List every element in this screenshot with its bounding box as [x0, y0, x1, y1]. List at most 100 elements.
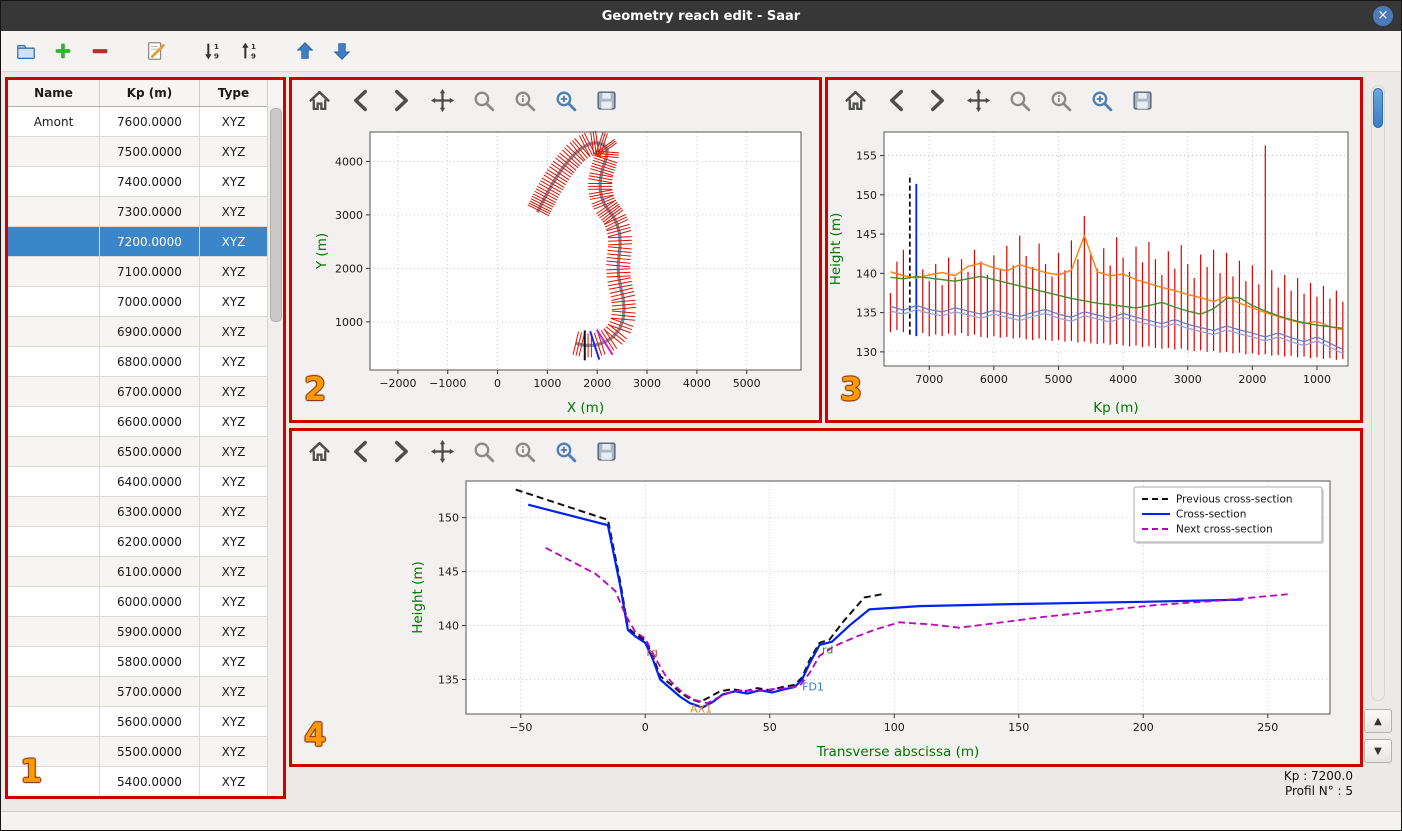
- long-profile-plot[interactable]: 7000 6000 5000 4000 3000 2000 1000 130 135 140 145…: [828, 120, 1360, 420]
- table-cell: 7400.0000: [100, 167, 200, 197]
- svg-text:rg: rg: [647, 646, 658, 659]
- table-row[interactable]: 6500.0000 XYZ: [8, 437, 283, 467]
- svg-text:9: 9: [214, 51, 219, 60]
- pan-icon[interactable]: [429, 87, 455, 113]
- window-title: Geometry reach edit - Saar: [601, 8, 801, 24]
- zoom-icon[interactable]: [470, 87, 496, 113]
- table-row[interactable]: 6800.0000 XYZ: [8, 347, 283, 377]
- figure-options-icon[interactable]: [511, 87, 537, 113]
- profile-up-button[interactable]: ▲: [1364, 709, 1392, 733]
- table-row[interactable]: 6400.0000 XYZ: [8, 467, 283, 497]
- table-row[interactable]: 5500.0000 XYZ: [8, 737, 283, 767]
- table-row[interactable]: 7200.0000 XYZ: [8, 227, 283, 257]
- remove-section-icon[interactable]: [87, 38, 113, 64]
- table-row[interactable]: 7300.0000 XYZ: [8, 197, 283, 227]
- column-header-kp[interactable]: Kp (m): [100, 80, 200, 106]
- profile-scrollbar-thumb[interactable]: [1373, 88, 1383, 128]
- table-row[interactable]: 7500.0000 XYZ: [8, 137, 283, 167]
- back-icon[interactable]: [347, 438, 373, 464]
- table-scrollbar-thumb[interactable]: [270, 108, 282, 322]
- table-row[interactable]: 5400.0000 XYZ: [8, 767, 283, 796]
- table-cell: 6500.0000: [100, 437, 200, 467]
- zoom-region-icon[interactable]: [1088, 87, 1114, 113]
- table-row[interactable]: Amont 7600.0000 XYZ: [8, 107, 283, 137]
- forward-icon[interactable]: [924, 87, 950, 113]
- figure-options-icon[interactable]: [1047, 87, 1073, 113]
- table-row[interactable]: 6100.0000 XYZ: [8, 557, 283, 587]
- table-cell: XYZ: [200, 467, 268, 497]
- table-cell: XYZ: [200, 587, 268, 617]
- column-header-name[interactable]: Name: [8, 80, 100, 106]
- plan-view-plot[interactable]: −2000 −1000 0 1000 2000 3000 4000 5000 1000 2000 3…: [292, 120, 819, 420]
- home-icon[interactable]: [306, 87, 332, 113]
- move-up-icon[interactable]: [292, 38, 318, 64]
- save-icon[interactable]: [1129, 87, 1155, 113]
- sort-ascending-icon[interactable]: 19: [236, 38, 262, 64]
- long-profile-panel: 7000 6000 5000 4000 3000 2000 1000 130 135 140 145…: [825, 77, 1363, 423]
- sort-descending-icon[interactable]: 19: [199, 38, 225, 64]
- table-header: Name Kp (m) Type: [8, 80, 283, 107]
- add-section-icon[interactable]: [50, 38, 76, 64]
- profile-down-button[interactable]: ▼: [1364, 739, 1392, 763]
- cross-section-toolbar: [292, 431, 1360, 471]
- table-cell: 6600.0000: [100, 407, 200, 437]
- table-row[interactable]: 6200.0000 XYZ: [8, 527, 283, 557]
- table-cell: XYZ: [200, 677, 268, 707]
- close-button[interactable]: ×: [1373, 6, 1393, 26]
- svg-text:155: 155: [856, 150, 877, 163]
- table-cell: XYZ: [200, 287, 268, 317]
- svg-text:140: 140: [438, 620, 459, 633]
- svg-text:4000: 4000: [1109, 373, 1137, 386]
- table-cell: [8, 317, 100, 347]
- table-cell: 7500.0000: [100, 137, 200, 167]
- table-cell: 5500.0000: [100, 737, 200, 767]
- table-cell: [8, 617, 100, 647]
- table-row[interactable]: 7100.0000 XYZ: [8, 257, 283, 287]
- home-icon[interactable]: [842, 87, 868, 113]
- profile-scrollbar[interactable]: [1371, 85, 1385, 701]
- back-icon[interactable]: [883, 87, 909, 113]
- table-row[interactable]: 7000.0000 XYZ: [8, 287, 283, 317]
- forward-icon[interactable]: [388, 438, 414, 464]
- table-row[interactable]: 6700.0000 XYZ: [8, 377, 283, 407]
- table-row[interactable]: 6300.0000 XYZ: [8, 497, 283, 527]
- figure-options-icon[interactable]: [511, 438, 537, 464]
- column-header-type[interactable]: Type: [200, 80, 268, 106]
- table-scrollbar[interactable]: [267, 106, 283, 796]
- zoom-icon[interactable]: [470, 438, 496, 464]
- table-cell: XYZ: [200, 437, 268, 467]
- pan-icon[interactable]: [429, 438, 455, 464]
- svg-text:Height (m): Height (m): [828, 213, 844, 286]
- table-cell: 6200.0000: [100, 527, 200, 557]
- forward-icon[interactable]: [388, 87, 414, 113]
- pan-icon[interactable]: [965, 87, 991, 113]
- table-row[interactable]: 5600.0000 XYZ: [8, 707, 283, 737]
- svg-text:5000: 5000: [1044, 373, 1072, 386]
- kp-table: Name Kp (m) Type Amont 7600.0000 XYZ 7500.0…: [8, 80, 283, 796]
- panel-annotation-1: 1: [20, 752, 43, 790]
- table-row[interactable]: 5900.0000 XYZ: [8, 617, 283, 647]
- table-cell: [8, 257, 100, 287]
- save-icon[interactable]: [593, 438, 619, 464]
- svg-text:Cross-section: Cross-section: [1176, 509, 1246, 521]
- table-row[interactable]: 6900.0000 XYZ: [8, 317, 283, 347]
- back-icon[interactable]: [347, 87, 373, 113]
- table-row[interactable]: 5800.0000 XYZ: [8, 647, 283, 677]
- zoom-region-icon[interactable]: [552, 87, 578, 113]
- table-row[interactable]: 6600.0000 XYZ: [8, 407, 283, 437]
- zoom-icon[interactable]: [1006, 87, 1032, 113]
- table-row[interactable]: 6000.0000 XYZ: [8, 587, 283, 617]
- zoom-region-icon[interactable]: [552, 438, 578, 464]
- move-down-icon[interactable]: [329, 38, 355, 64]
- table-row[interactable]: 5700.0000 XYZ: [8, 677, 283, 707]
- table-row[interactable]: 7400.0000 XYZ: [8, 167, 283, 197]
- svg-text:6000: 6000: [980, 373, 1008, 386]
- status-bar: [1, 811, 1401, 830]
- save-icon[interactable]: [593, 87, 619, 113]
- footer-info: Kp : 7200.0 Profil N° : 5: [1284, 769, 1353, 799]
- edit-section-icon[interactable]: [143, 38, 169, 64]
- svg-text:−50: −50: [509, 721, 532, 734]
- open-file-icon[interactable]: [13, 38, 39, 64]
- cross-section-plot[interactable]: −50 0 50 100 150 200 250 135 140 145 150 rg AX1 FD1 rd…: [292, 471, 1360, 764]
- home-icon[interactable]: [306, 438, 332, 464]
